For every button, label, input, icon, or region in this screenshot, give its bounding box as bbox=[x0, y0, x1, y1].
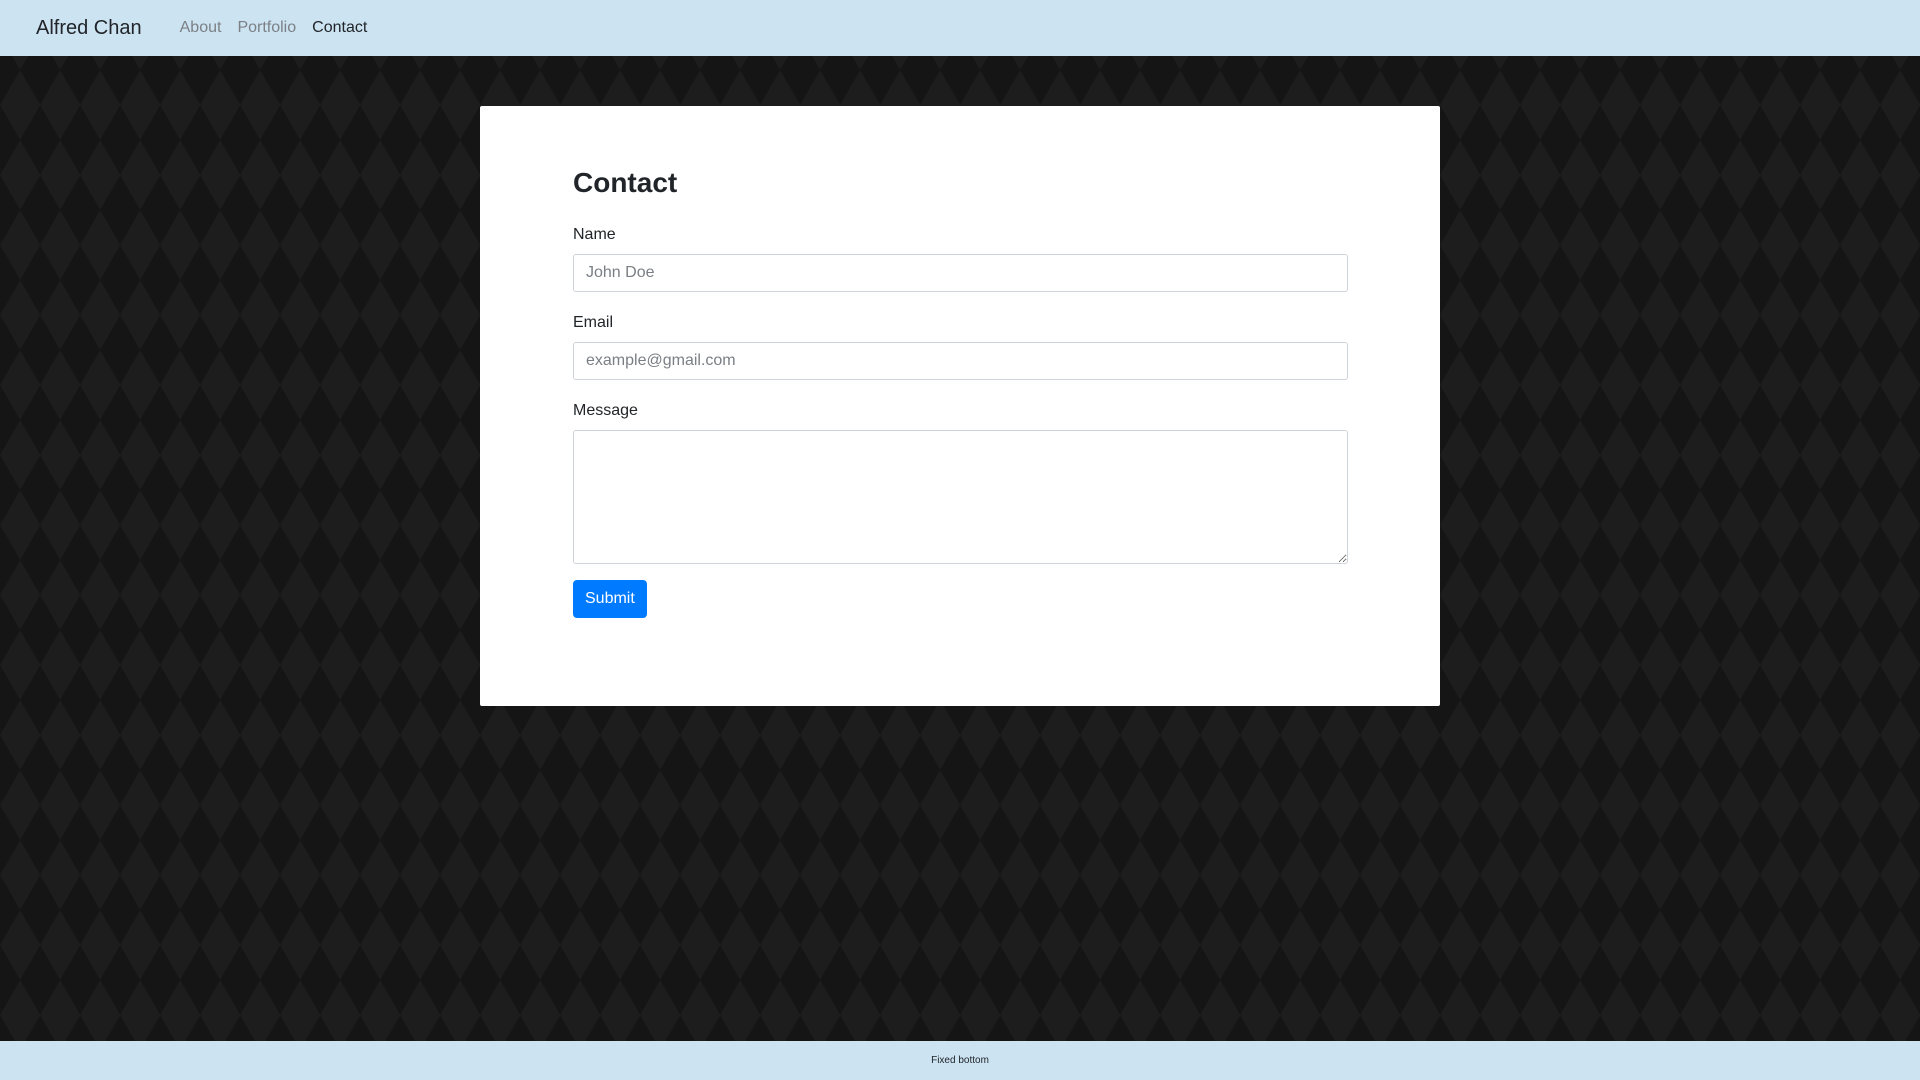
email-label: Email bbox=[573, 313, 614, 331]
name-label: Name bbox=[573, 225, 616, 243]
message-group: Message bbox=[573, 402, 1348, 564]
name-group: Name bbox=[573, 226, 1348, 292]
nav-link-contact[interactable]: Contact bbox=[312, 19, 367, 37]
message-label: Message bbox=[573, 401, 638, 419]
page-title: Contact bbox=[573, 167, 678, 198]
contact-card: Contact Name Email Message Submit bbox=[480, 106, 1440, 706]
brand-link[interactable]: Alfred Chan bbox=[36, 17, 142, 40]
navbar: Alfred Chan About Portfolio Contact bbox=[0, 0, 1920, 56]
email-input[interactable] bbox=[573, 341, 1348, 380]
name-input[interactable] bbox=[573, 253, 1348, 292]
submit-button[interactable]: Submit bbox=[573, 579, 647, 618]
nav-link-about[interactable]: About bbox=[180, 19, 222, 37]
message-textarea[interactable] bbox=[573, 429, 1348, 564]
nav-link-portfolio[interactable]: Portfolio bbox=[237, 19, 296, 37]
footer: Fixed bottom bbox=[0, 1041, 1920, 1080]
email-group: Email bbox=[573, 314, 1348, 380]
footer-text: Fixed bottom bbox=[931, 1055, 989, 1066]
